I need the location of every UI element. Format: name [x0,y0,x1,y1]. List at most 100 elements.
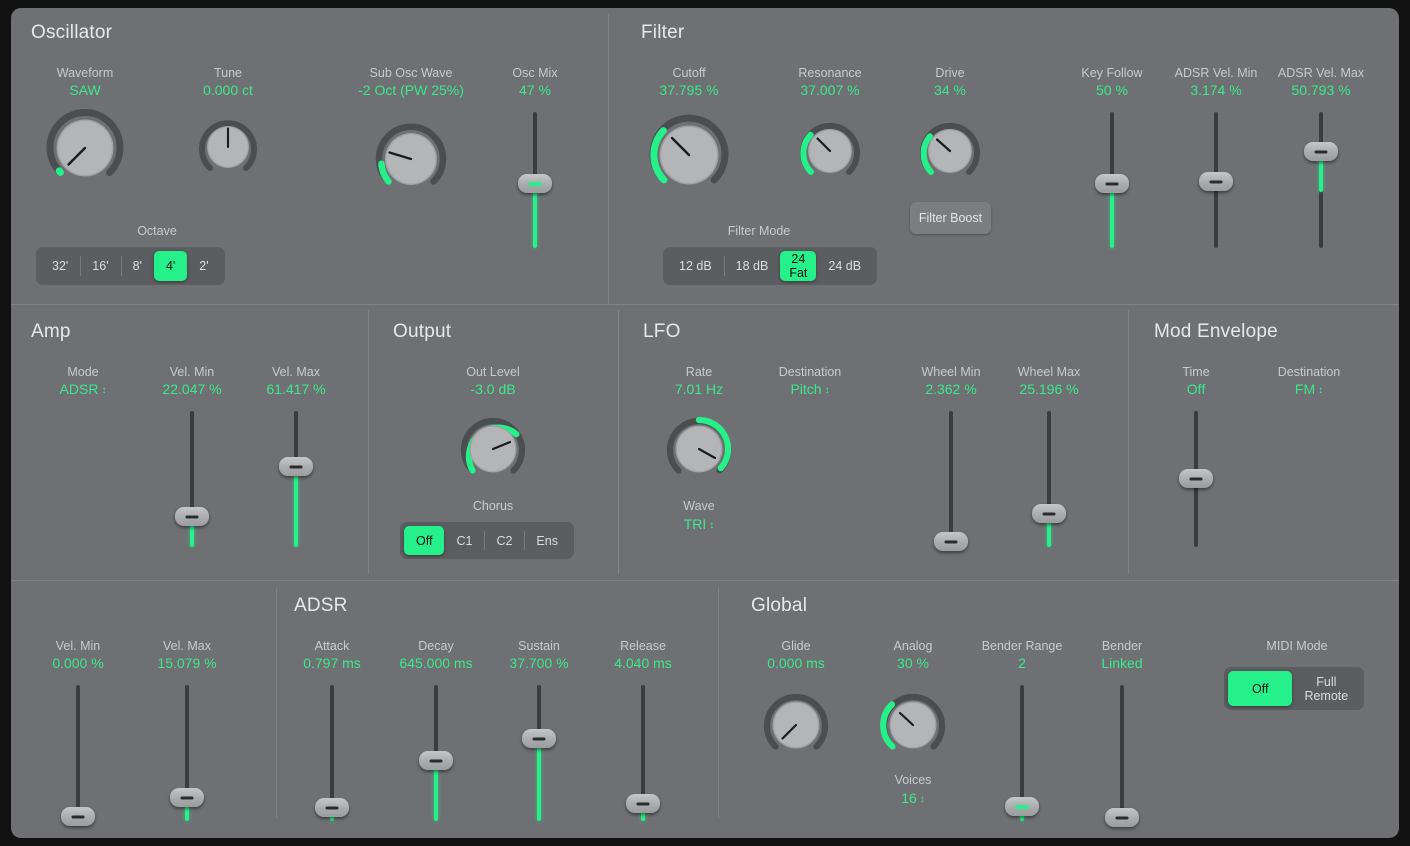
label-bender: Bender [1102,639,1142,653]
knob-drive[interactable] [917,118,983,184]
value-mod-time[interactable]: Off [1187,381,1205,397]
slider-handle[interactable] [1032,504,1066,523]
slider-handle[interactable] [279,457,313,476]
slider-wheel-max[interactable] [1032,411,1066,547]
value-out-level[interactable]: -3.0 dB [470,381,515,397]
slider-handle[interactable] [934,532,968,551]
slider-amp-vel-max[interactable] [279,411,313,547]
value-resonance[interactable]: 37.007 % [800,82,859,98]
value-wheel-min[interactable]: 2.362 % [925,381,976,397]
value-sub-osc-wave[interactable]: -2 Oct (PW 25%) [358,82,464,98]
octave-option-16[interactable]: 16' [80,251,120,281]
octave-option-2[interactable]: 2' [187,251,220,281]
knob-sub-osc-wave[interactable] [372,120,450,198]
knob-lfo-rate[interactable] [664,414,734,484]
slider-adsr-vel-min-bottom[interactable] [61,685,95,821]
value-cutoff[interactable]: 37.795 % [659,82,718,98]
slider-handle[interactable] [1179,469,1213,488]
chevron-updown-icon: ↕ [709,520,714,531]
slider-sustain[interactable] [522,685,556,821]
slider-fill [537,743,541,821]
value-adsr-vel-max[interactable]: 50.793 % [1291,82,1350,98]
value-lfo-destination[interactable]: Pitch↕ [790,381,829,397]
chorus-option-c2[interactable]: C2 [484,526,524,555]
value-wheel-max[interactable]: 25.196 % [1019,381,1078,397]
slider-handle[interactable] [170,788,204,807]
slider-handle[interactable] [518,174,552,193]
knob-waveform[interactable] [43,106,127,190]
value-adsr-vel-min-bottom[interactable]: 0.000 % [52,655,103,671]
filter-mode-option-24db[interactable]: 24 dB [816,251,873,281]
slider-handle[interactable] [1095,174,1129,193]
filter-boost-button[interactable]: Filter Boost [910,202,991,234]
value-bender[interactable]: Linked [1101,655,1142,671]
midi-mode-option-off[interactable]: Off [1228,671,1292,706]
value-osc-mix[interactable]: 47 % [519,82,551,98]
slider-amp-vel-min[interactable] [175,411,209,547]
slider-handle[interactable] [1304,142,1338,161]
knob-analog[interactable] [878,690,948,760]
value-mod-destination[interactable]: FM↕ [1295,381,1323,397]
value-key-follow[interactable]: 50 % [1096,82,1128,98]
filter-mode-option-12db[interactable]: 12 dB [667,251,724,281]
slider-decay[interactable] [419,685,453,821]
value-amp-mode[interactable]: ADSR↕ [60,381,107,397]
value-glide[interactable]: 0.000 ms [767,655,825,671]
slider-adsr-vel-max[interactable] [1304,112,1338,248]
octave-option-32[interactable]: 32' [40,251,80,281]
slider-handle[interactable] [1199,172,1233,191]
slider-handle[interactable] [175,507,209,526]
knob-tune[interactable] [197,116,259,178]
octave-option-4[interactable]: 4' [154,251,187,281]
value-bender-range[interactable]: 2 [1018,655,1026,671]
slider-key-follow[interactable] [1095,112,1129,248]
slider-handle[interactable] [1105,808,1139,827]
slider-handle[interactable] [1005,797,1039,816]
segmented-midi-mode[interactable]: Off Full Remote [1224,667,1364,710]
slider-mod-time[interactable] [1179,411,1213,547]
slider-osc-mix[interactable] [518,112,552,248]
segmented-octave[interactable]: 32' 16' 8' 4' 2' [36,247,225,285]
slider-track [1120,685,1124,821]
value-voices[interactable]: 16↕ [901,790,925,806]
segmented-filter-mode[interactable]: 12 dB 18 dB 24 Fat 24 dB [663,247,877,285]
value-amp-vel-min[interactable]: 22.047 % [162,381,221,397]
value-analog[interactable]: 30 % [897,655,929,671]
slider-handle[interactable] [419,751,453,770]
value-lfo-rate[interactable]: 7.01 Hz [675,381,723,397]
value-attack[interactable]: 0.797 ms [303,655,361,671]
value-amp-vel-max[interactable]: 61.417 % [266,381,325,397]
knob-resonance[interactable] [797,118,863,184]
slider-handle[interactable] [626,794,660,813]
slider-bender[interactable] [1105,685,1139,821]
value-adsr-vel-min[interactable]: 3.174 % [1190,82,1241,98]
chorus-option-off[interactable]: Off [404,526,444,555]
slider-handle[interactable] [522,729,556,748]
filter-mode-option-18db[interactable]: 18 dB [724,251,781,281]
knob-cutoff[interactable] [646,112,732,198]
slider-adsr-vel-max-bottom[interactable] [170,685,204,821]
knob-glide[interactable] [761,690,831,760]
knob-out-level[interactable] [458,414,528,484]
chorus-option-c1[interactable]: C1 [444,526,484,555]
slider-wheel-min[interactable] [934,411,968,547]
value-sustain[interactable]: 37.700 % [509,655,568,671]
value-waveform[interactable]: SAW [69,82,100,98]
chorus-option-ens[interactable]: Ens [524,526,570,555]
value-drive[interactable]: 34 % [934,82,966,98]
octave-option-8[interactable]: 8' [121,251,154,281]
value-decay[interactable]: 645.000 ms [399,655,472,671]
slider-bender-range[interactable] [1005,685,1039,821]
value-lfo-wave[interactable]: TRI↕ [684,516,715,532]
value-release[interactable]: 4.040 ms [614,655,672,671]
filter-mode-option-24fat[interactable]: 24 Fat [780,251,816,281]
slider-adsr-vel-min[interactable] [1199,112,1233,248]
value-tune[interactable]: 0.000 ct [203,82,253,98]
midi-mode-option-full-remote[interactable]: Full Remote [1292,671,1360,706]
segmented-chorus[interactable]: Off C1 C2 Ens [400,522,574,559]
slider-handle[interactable] [315,798,349,817]
slider-handle[interactable] [61,807,95,826]
slider-attack[interactable] [315,685,349,821]
slider-release[interactable] [626,685,660,821]
value-adsr-vel-max-bottom[interactable]: 15.079 % [157,655,216,671]
